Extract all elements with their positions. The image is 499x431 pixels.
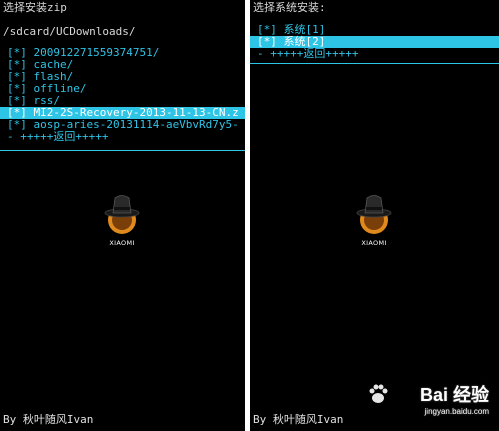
xiaomi-logo: XIAOMI	[344, 192, 404, 262]
recovery-hat-icon	[104, 195, 140, 234]
right-footer-credit: By 秋叶随风Ivan	[253, 413, 344, 426]
left-screen-title: 选择安装zip	[3, 1, 67, 14]
xiaomi-logo: XIAOMI	[92, 192, 152, 262]
logo-label: XIAOMI	[109, 239, 135, 247]
menu-divider	[250, 63, 499, 64]
system-menu: [*] 系统[1] [*] 系统[2] - +++++返回+++++	[250, 24, 499, 60]
menu-divider	[0, 150, 245, 151]
watermark-brand: Bai 经验	[419, 385, 489, 405]
file-menu: [*] 200912271559374751/ [*] cache/ [*] f…	[0, 47, 245, 143]
logo-label: XIAOMI	[361, 239, 387, 247]
right-screen-title: 选择系统安装:	[253, 1, 326, 14]
menu-item-back[interactable]: - +++++返回+++++	[0, 131, 245, 143]
right-recovery-screen: 选择系统安装: [*] 系统[1] [*] 系统[2] - +++++返回+++…	[250, 0, 499, 431]
left-footer-credit: By 秋叶随风Ivan	[3, 413, 94, 426]
menu-item-back[interactable]: - +++++返回+++++	[250, 48, 499, 60]
watermark-url: jingyan.baidu.com	[424, 407, 489, 416]
left-recovery-screen: 选择安装zip /sdcard/UCDownloads/ [*] 2009122…	[0, 0, 245, 431]
baidu-watermark: Bai 经验 jingyan.baidu.com	[365, 377, 495, 427]
baidu-paw-icon	[369, 384, 388, 403]
recovery-hat-icon	[356, 195, 392, 234]
current-path: /sdcard/UCDownloads/	[3, 25, 136, 38]
